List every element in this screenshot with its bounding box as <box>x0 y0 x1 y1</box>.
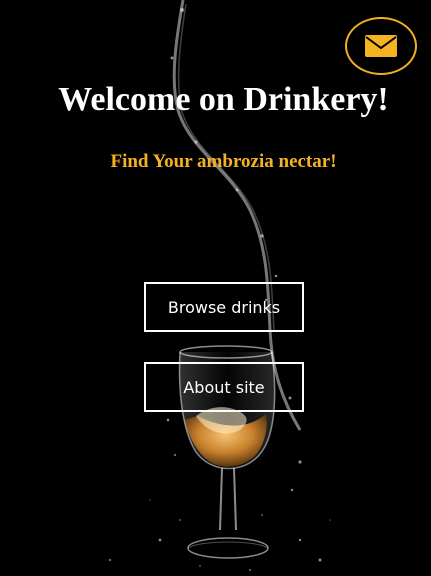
browse-drinks-button[interactable]: Browse drinks <box>144 282 304 332</box>
page-title: Welcome on Drinkery! <box>58 81 389 118</box>
page-subtitle: Find Your ambrozia nectar! <box>110 151 337 172</box>
contact-button[interactable] <box>345 17 417 75</box>
about-site-button[interactable]: About site <box>144 362 304 412</box>
envelope-icon <box>365 35 397 57</box>
hero-section: Welcome on Drinkery! Find Your ambrozia … <box>0 0 431 576</box>
